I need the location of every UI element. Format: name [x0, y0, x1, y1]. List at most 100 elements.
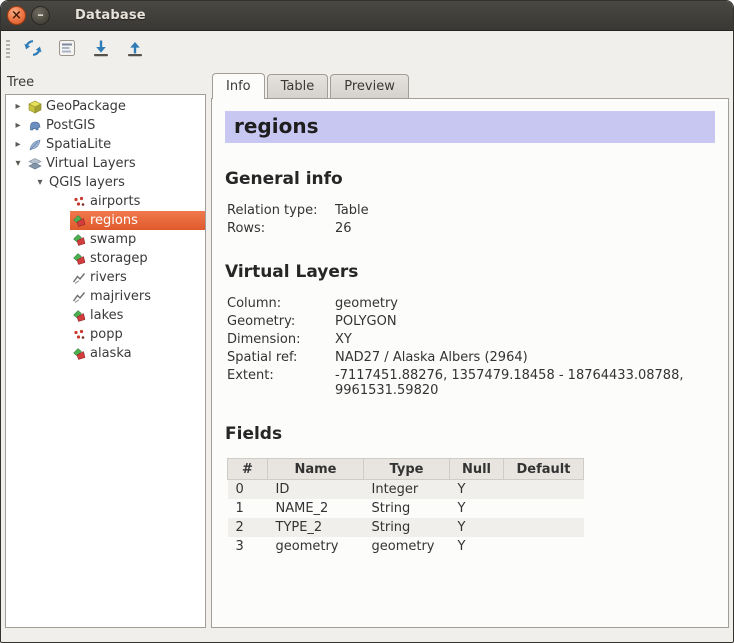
tree-item-alaska[interactable]: alaska	[6, 344, 205, 363]
polygon-layer-icon	[71, 252, 87, 266]
collapse-arrow-icon[interactable]: ▾	[10, 158, 26, 169]
titlebar[interactable]: × – Database	[1, 1, 733, 31]
minimize-icon: –	[37, 9, 44, 22]
fields-heading: Fields	[225, 424, 715, 444]
general-info-heading: General info	[225, 169, 715, 189]
info-value: geometry	[335, 296, 713, 311]
fields-table-cell	[504, 480, 584, 500]
info-label: Column:	[227, 296, 335, 311]
tree-dock: Tree ▸ GeoPackage ▸ PostGIS ▸ SpatiaLite ▾Virt…	[5, 72, 206, 628]
tree-dock-title: Tree	[5, 72, 206, 94]
polygon-layer-icon	[71, 309, 87, 323]
close-button[interactable]: ×	[7, 6, 26, 25]
points-layer-icon	[71, 195, 87, 209]
toolbar	[1, 31, 733, 68]
collapse-arrow-icon[interactable]: ▾	[32, 177, 48, 188]
fields-table-row: 1NAME_2StringY	[228, 499, 584, 518]
info-label: Rows:	[227, 221, 335, 236]
general-info-rows: Relation type:TableRows:26	[227, 203, 715, 236]
line-layer-icon	[71, 271, 87, 285]
tree-item-popp[interactable]: popp	[6, 325, 205, 344]
close-icon: ×	[11, 9, 22, 22]
detail-pane: InfoTablePreview regions General info Re…	[211, 72, 729, 628]
refresh-button[interactable]	[19, 36, 47, 64]
fields-table-cell: Y	[450, 518, 504, 537]
fields-table-row: 0IDIntegerY	[228, 480, 584, 500]
layer-title-banner: regions	[225, 111, 715, 143]
tree-item-geopackage[interactable]: ▸ GeoPackage	[6, 97, 205, 116]
fields-table-cell: geometry	[268, 537, 364, 556]
toolbar-drag-handle[interactable]	[6, 40, 10, 60]
tree-item-lakes[interactable]: lakes	[6, 306, 205, 325]
fields-table-cell: 1	[228, 499, 268, 518]
tab-info[interactable]: Info	[212, 73, 265, 99]
fields-table-cell: String	[364, 499, 450, 518]
tree-item-airports[interactable]: airports	[6, 192, 205, 211]
fields-table-cell: 2	[228, 518, 268, 537]
export-layer-button[interactable]	[121, 36, 149, 64]
info-value: XY	[335, 332, 713, 347]
info-label: Dimension:	[227, 332, 335, 347]
tree-item-rivers[interactable]: rivers	[6, 268, 205, 287]
virtual-layers-icon	[27, 157, 43, 171]
info-label: Geometry:	[227, 314, 335, 329]
tree-item-label: GeoPackage	[46, 99, 126, 114]
fields-table-row: 3geometrygeometryY	[228, 537, 584, 556]
tree-item-swamp[interactable]: swamp	[6, 230, 205, 249]
expand-arrow-icon[interactable]: ▸	[10, 101, 26, 112]
window-title: Database	[75, 8, 146, 23]
tab-bar: InfoTablePreview	[211, 72, 729, 98]
spatialite-icon	[27, 138, 43, 152]
fields-column-header: Default	[504, 459, 584, 480]
tree-item-spatialite[interactable]: ▸ SpatiaLite	[6, 135, 205, 154]
info-value: NAD27 / Alaska Albers (2964)	[335, 350, 713, 365]
polygon-layer-icon	[71, 233, 87, 247]
tree-item-label: PostGIS	[46, 118, 95, 133]
fields-table-cell: 0	[228, 480, 268, 500]
fields-column-header: Null	[450, 459, 504, 480]
info-value: 26	[335, 221, 713, 236]
main-area: Tree ▸GeoPackage▸PostGIS▸SpatiaLite▾Virt…	[1, 68, 733, 642]
fields-table: #NameTypeNullDefault 0IDIntegerY1NAME_2S…	[227, 458, 584, 556]
tree-panel[interactable]: ▸ GeoPackage ▸ PostGIS ▸ SpatiaLite ▾Virtual L…	[5, 94, 206, 628]
sql-window-button[interactable]	[53, 36, 81, 64]
fields-table-cell	[504, 499, 584, 518]
tree-item-majrivers[interactable]: majrivers	[6, 287, 205, 306]
tab-table[interactable]: Table	[267, 74, 329, 98]
expand-arrow-icon[interactable]: ▸	[10, 139, 26, 150]
fields-table-cell: 3	[228, 537, 268, 556]
tree-item-virtual-layers[interactable]: ▾Virtual Layers	[6, 154, 205, 173]
fields-table-cell	[504, 537, 584, 556]
tree-item-label: airports	[90, 194, 140, 209]
virtual-layers-heading: Virtual Layers	[225, 262, 715, 282]
fields-table-cell: Y	[450, 499, 504, 518]
fields-table-cell: NAME_2	[268, 499, 364, 518]
tree-item-postgis[interactable]: ▸ PostGIS	[6, 116, 205, 135]
tree-item-label: SpatiaLite	[46, 137, 111, 152]
expand-arrow-icon[interactable]: ▸	[10, 120, 26, 131]
sql-window-icon	[57, 38, 77, 62]
fields-table-cell: ID	[268, 480, 364, 500]
fields-table-cell: TYPE_2	[268, 518, 364, 537]
fields-table-cell: Integer	[364, 480, 450, 500]
tree-item-label: alaska	[90, 346, 132, 361]
fields-table-cell	[504, 518, 584, 537]
tab-preview[interactable]: Preview	[330, 74, 409, 98]
fields-table-row: 2TYPE_2StringY	[228, 518, 584, 537]
info-label: Spatial ref:	[227, 350, 335, 365]
minimize-button[interactable]: –	[31, 6, 50, 25]
import-layer-icon	[91, 38, 111, 62]
virtual-layers-rows: Column:geometryGeometry:POLYGONDimension…	[227, 296, 715, 398]
tree-item-regions[interactable]: regions	[6, 211, 205, 230]
line-layer-icon	[71, 290, 87, 304]
tree-item-storagep[interactable]: storagep	[6, 249, 205, 268]
tree-item-label: QGIS layers	[49, 175, 125, 190]
export-layer-icon	[125, 38, 145, 62]
fields-column-header: Name	[268, 459, 364, 480]
points-layer-icon	[71, 328, 87, 342]
info-value: Table	[335, 203, 713, 218]
tree-item-qgis-layers[interactable]: ▾QGIS layers	[6, 173, 205, 192]
tree-item-label: regions	[90, 213, 138, 228]
import-layer-button[interactable]	[87, 36, 115, 64]
fields-column-header: Type	[364, 459, 450, 480]
